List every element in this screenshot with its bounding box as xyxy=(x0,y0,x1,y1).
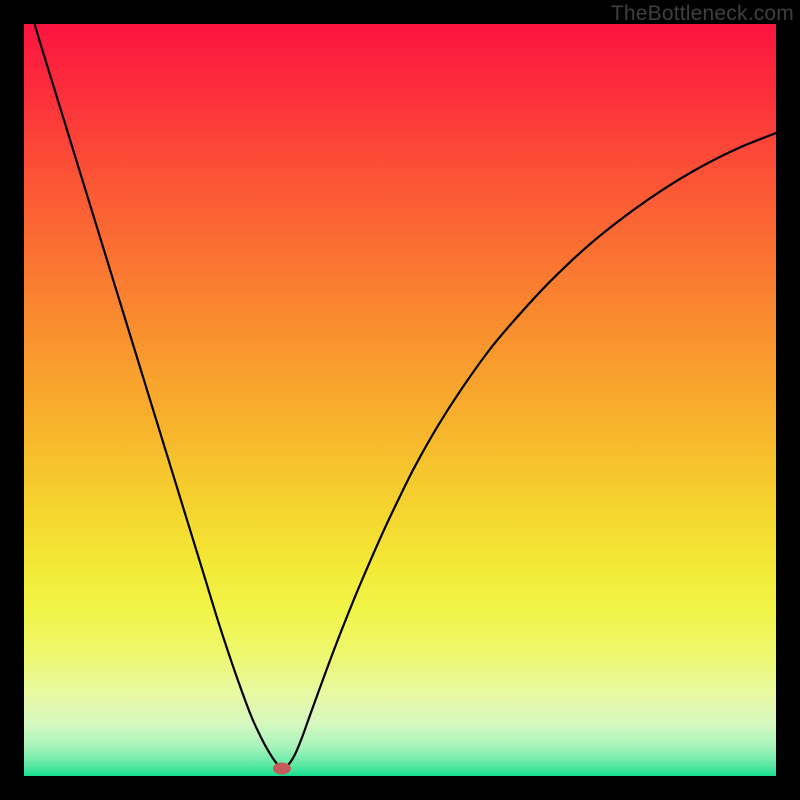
gradient-background xyxy=(24,24,776,776)
plot-area xyxy=(24,24,776,776)
chart-frame: TheBottleneck.com xyxy=(0,0,800,800)
minimum-marker xyxy=(273,762,291,774)
watermark-text: TheBottleneck.com xyxy=(611,2,794,26)
chart-svg xyxy=(24,24,776,776)
